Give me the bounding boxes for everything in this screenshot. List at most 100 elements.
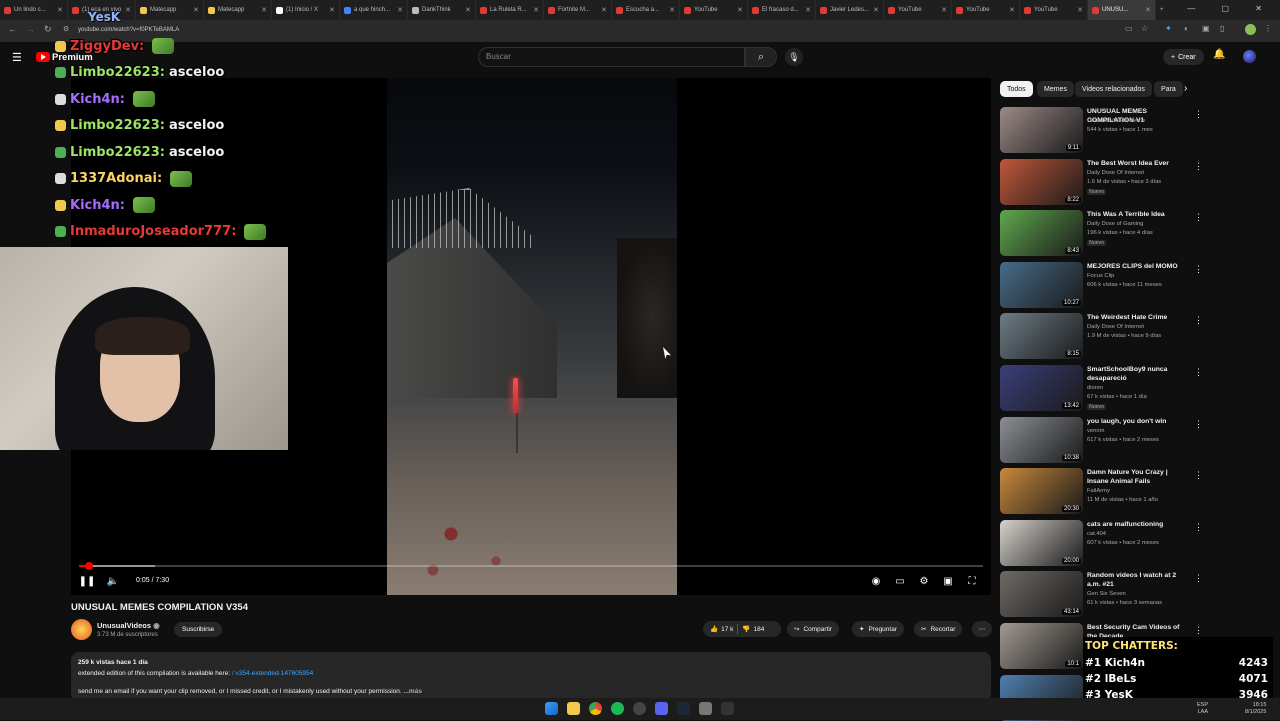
recommended-video[interactable]: 10:38 you laugh, you don't win venom 617 k …: [1000, 416, 1203, 463]
search-input[interactable]: Buscar: [486, 52, 511, 61]
forward-icon[interactable]: →: [26, 24, 35, 34]
progress-scrubber[interactable]: [85, 562, 93, 570]
close-tab-icon[interactable]: ✕: [873, 6, 879, 14]
close-tab-icon[interactable]: ✕: [261, 6, 267, 14]
create-button[interactable]: + Crear: [1163, 49, 1204, 65]
description-link[interactable]: / v354-extended-147605954: [232, 670, 313, 677]
recommended-channel[interactable]: Focus Clip: [1087, 273, 1114, 279]
video-thumbnail[interactable]: 8:15: [1000, 313, 1083, 360]
browser-tab[interactable]: Escucha a... ✕: [612, 0, 680, 20]
window-controls[interactable]: — ▢ ✕: [1187, 4, 1274, 13]
recommended-video[interactable]: 13:42 SmartSchoolBoy9 nunca desapareció di…: [1000, 365, 1203, 411]
windows-start-icon[interactable]: [545, 702, 558, 715]
video-thumbnail[interactable]: 10:1: [1000, 623, 1083, 669]
video-thumbnail[interactable]: 20:30: [1000, 468, 1083, 515]
fullscreen-icon[interactable]: ⛶: [965, 574, 979, 588]
autoplay-toggle-icon[interactable]: ◉: [869, 574, 883, 588]
video-frame[interactable]: [387, 78, 677, 595]
channel-name[interactable]: UnusualVideos ◉: [97, 621, 160, 630]
recommended-video[interactable]: 43:14 Random videos I watch at 2 a.m. #21…: [1000, 571, 1203, 618]
browser-tab[interactable]: DankThink ✕: [408, 0, 476, 20]
recommended-title[interactable]: Random videos I watch at 2 a.m. #21: [1087, 571, 1190, 589]
close-tab-icon[interactable]: ✕: [805, 6, 811, 14]
filter-chip[interactable]: Todos: [1000, 81, 1033, 97]
profile-avatar[interactable]: [1245, 24, 1256, 35]
video-thumbnail[interactable]: 20:00: [1000, 519, 1083, 566]
recommended-video[interactable]: 8:22 The Best Worst Idea Ever Daily Dose O…: [1000, 158, 1203, 205]
browser-menu-icon[interactable]: ⋮: [1264, 24, 1272, 33]
extensions-puzzle-icon[interactable]: ▣: [1202, 24, 1210, 33]
settings-gear-icon[interactable]: ⚙: [917, 574, 931, 588]
recommended-video[interactable]: 8:43 This Was A Terrible Idea Daily Dose o…: [1000, 210, 1203, 257]
video-thumbnail[interactable]: 10:27: [1000, 261, 1083, 308]
more-options-icon[interactable]: ⋮: [1194, 212, 1203, 223]
progress-track[interactable]: [79, 565, 983, 567]
reload-icon[interactable]: ↻: [44, 24, 52, 35]
video-thumbnail[interactable]: 13:42: [1000, 365, 1083, 411]
extension-icon-2[interactable]: ◐: [1184, 24, 1189, 33]
recommended-video[interactable]: 10:27 MEJORES CLIPS del MOMO Focus Clip 606…: [1000, 261, 1203, 308]
recommended-title[interactable]: MEJORES CLIPS del MOMO: [1087, 262, 1190, 271]
more-options-icon[interactable]: ⋮: [1194, 161, 1203, 172]
close-tab-icon[interactable]: ✕: [1009, 6, 1015, 14]
new-tab-button[interactable]: +: [1156, 0, 1174, 20]
browser-tab[interactable]: a que hinch... ✕: [340, 0, 408, 20]
dislike-button[interactable]: 👎 184: [742, 625, 764, 634]
recommended-channel[interactable]: Daily Dose Of Internet: [1087, 324, 1144, 330]
chrome-icon[interactable]: [589, 702, 602, 715]
more-options-icon[interactable]: ⋮: [1194, 367, 1203, 378]
filter-chip[interactable]: Videos relacionados: [1075, 81, 1152, 97]
recommended-title[interactable]: you laugh, you don't win: [1087, 417, 1190, 426]
recommended-title[interactable]: cats are malfunctioning: [1087, 520, 1190, 529]
browser-tab[interactable]: UNUSU... ✕: [1088, 0, 1156, 20]
share-button[interactable]: ↪ Compartir: [787, 621, 839, 637]
close-tab-icon[interactable]: ✕: [737, 6, 743, 14]
browser-tab[interactable]: Fortnite M... ✕: [544, 0, 612, 20]
back-icon[interactable]: ←: [8, 24, 17, 34]
more-options-icon[interactable]: ⋮: [1194, 573, 1203, 584]
language-indicator[interactable]: ESP LAA: [1197, 702, 1208, 716]
account-avatar[interactable]: [1243, 50, 1256, 63]
more-options-icon[interactable]: ⋮: [1194, 625, 1203, 636]
sidebar-icon[interactable]: ▯: [1220, 24, 1224, 33]
more-options-icon[interactable]: ⋮: [1194, 470, 1203, 481]
recommended-video[interactable]: 8:15 The Weirdest Hate Crime Daily Dose Of…: [1000, 313, 1203, 360]
hamburger-menu-icon[interactable]: ☰: [12, 51, 22, 64]
filter-chip[interactable]: Memes: [1037, 81, 1074, 97]
close-tab-icon[interactable]: ✕: [125, 6, 131, 14]
recommended-channel[interactable]: cat.404: [1087, 531, 1106, 537]
app-icon[interactable]: [721, 702, 734, 715]
settings-app-icon[interactable]: [699, 702, 712, 715]
more-options-icon[interactable]: ⋮: [1194, 522, 1203, 533]
video-thumbnail[interactable]: 10:38: [1000, 416, 1083, 463]
filter-chip[interactable]: Para: [1154, 81, 1183, 97]
more-actions-button[interactable]: ⋯: [972, 621, 992, 637]
browser-tab[interactable]: YouTube ✕: [884, 0, 952, 20]
video-thumbnail[interactable]: 8:43: [1000, 210, 1083, 257]
search-button[interactable]: ⌕: [745, 47, 777, 67]
recommended-channel[interactable]: Daily Dose of Gaming: [1087, 221, 1143, 227]
close-tab-icon[interactable]: ✕: [1145, 6, 1151, 14]
more-options-icon[interactable]: ⋮: [1194, 264, 1203, 275]
ask-button[interactable]: ✦ Preguntar: [852, 621, 904, 637]
recommended-video[interactable]: 20:30 Damn Nature You Crazy | Insane Anim…: [1000, 468, 1203, 515]
browser-tab[interactable]: YouTube ✕: [1020, 0, 1088, 20]
close-tab-icon[interactable]: ✕: [465, 6, 471, 14]
more-options-icon[interactable]: ⋮: [1194, 419, 1203, 430]
extension-icon[interactable]: ✦: [1165, 24, 1172, 33]
browser-tab[interactable]: YouTube ✕: [680, 0, 748, 20]
description-more-link[interactable]: ...más: [404, 688, 422, 695]
close-tab-icon[interactable]: ✕: [669, 6, 675, 14]
subscribe-button[interactable]: Suscribirse: [174, 622, 223, 637]
more-options-icon[interactable]: ⋮: [1194, 109, 1203, 120]
close-tab-icon[interactable]: ✕: [533, 6, 539, 14]
browser-tab[interactable]: YouTube ✕: [952, 0, 1020, 20]
like-button[interactable]: 👍 17 k: [710, 625, 733, 634]
browser-tab[interactable]: El fracaso d... ✕: [748, 0, 816, 20]
notifications-bell-icon[interactable]: 🔔: [1213, 49, 1225, 60]
recommended-title[interactable]: The Weirdest Hate Crime: [1087, 313, 1190, 322]
browser-tab[interactable]: Matecapp ✕: [136, 0, 204, 20]
close-tab-icon[interactable]: ✕: [329, 6, 335, 14]
obs-icon[interactable]: [633, 702, 646, 715]
recommended-channel[interactable]: FailArmy: [1087, 488, 1110, 494]
